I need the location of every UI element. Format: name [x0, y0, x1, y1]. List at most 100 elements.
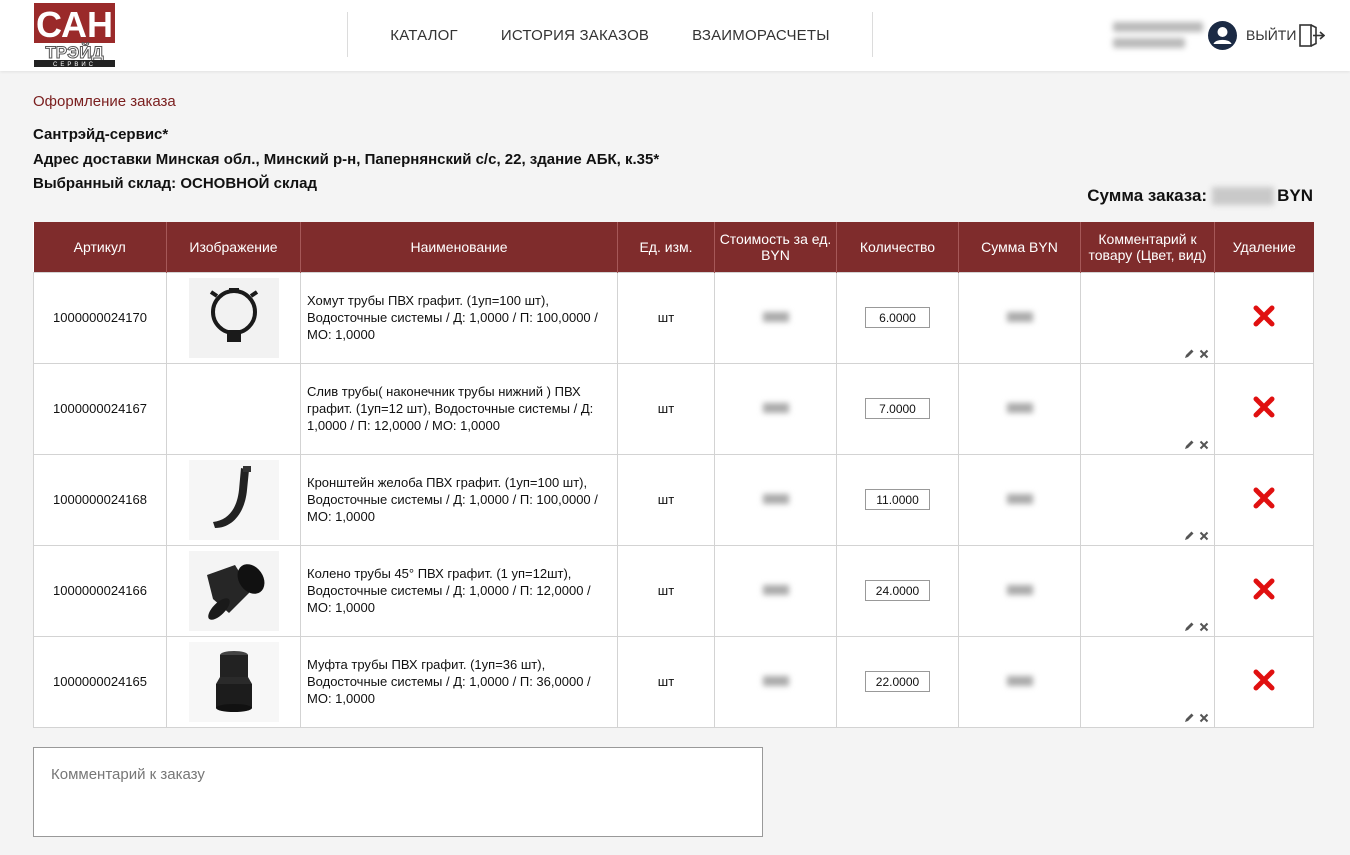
comment-cell[interactable]	[1080, 362, 1215, 455]
red-x-icon[interactable]	[1253, 396, 1275, 418]
table-header-row: Артикул Изображение Наименование Ед. изм…	[33, 222, 1314, 272]
col-unit-price: Стоимость за ед. BYN	[714, 222, 837, 272]
comment-cell[interactable]	[1080, 635, 1215, 728]
order-items-table: Артикул Изображение Наименование Ед. изм…	[33, 222, 1314, 728]
product-name-cell: Слив трубы( наконечник трубы нижний ) ПВ…	[300, 362, 618, 455]
small-x-icon[interactable]	[1198, 439, 1210, 451]
sum-cell	[958, 635, 1081, 728]
image-cell	[166, 544, 301, 637]
santrade-logo[interactable]: САН ТРЭЙД СЕРВИС	[34, 3, 115, 67]
product-name-cell: Хомут трубы ПВХ графит. (1уп=100 шт), Во…	[300, 271, 618, 364]
unit-cell: шт	[617, 362, 715, 455]
order-total-label: Сумма заказа:	[1087, 186, 1208, 205]
svg-text:ТРЭЙД: ТРЭЙД	[45, 43, 103, 62]
col-quantity: Количество	[836, 222, 959, 272]
coupling-product-image[interactable]	[188, 641, 279, 722]
sum-redacted	[1006, 312, 1033, 322]
nav-divider-right	[872, 12, 873, 57]
unit-cell: шт	[617, 544, 715, 637]
unit-price-redacted	[762, 403, 789, 413]
quantity-cell	[836, 635, 959, 728]
delete-cell	[1214, 362, 1314, 455]
quantity-cell	[836, 544, 959, 637]
unit-price-cell	[714, 362, 837, 455]
user-name-redacted	[1113, 22, 1203, 52]
delete-cell	[1214, 453, 1314, 546]
small-x-icon[interactable]	[1198, 712, 1210, 724]
user-avatar-icon[interactable]	[1208, 21, 1237, 50]
pencil-icon[interactable]	[1183, 439, 1195, 451]
comment-cell[interactable]	[1080, 271, 1215, 364]
col-comment: Комментарий к товару (Цвет, вид)	[1080, 222, 1215, 272]
logout-link[interactable]: ВЫЙТИ	[1246, 27, 1296, 43]
red-x-icon[interactable]	[1253, 487, 1275, 509]
quantity-input[interactable]	[865, 671, 930, 692]
article-cell: 1000000024168	[33, 453, 167, 546]
order-total: Сумма заказа: BYN	[1087, 186, 1313, 206]
pencil-icon[interactable]	[1183, 712, 1195, 724]
main-nav: КАТАЛОГ ИСТОРИЯ ЗАКАЗОВ ВЗАИМОРАСЧЕТЫ	[348, 0, 872, 71]
red-x-icon[interactable]	[1253, 305, 1275, 327]
article-cell: 1000000024165	[33, 635, 167, 728]
order-comment-textarea[interactable]	[33, 747, 763, 837]
article-cell: 1000000024166	[33, 544, 167, 637]
order-total-currency: BYN	[1277, 186, 1313, 205]
bracket-product-image[interactable]	[188, 459, 279, 540]
nav-catalog[interactable]: КАТАЛОГ	[390, 27, 458, 44]
col-name: Наименование	[300, 222, 618, 272]
pencil-icon[interactable]	[1183, 348, 1195, 360]
sum-redacted	[1006, 585, 1033, 595]
sum-redacted	[1006, 403, 1033, 413]
selected-warehouse: Выбранный склад: ОСНОВНОЙ склад	[33, 175, 318, 192]
small-x-icon[interactable]	[1198, 530, 1210, 542]
table-row: 1000000024167 Слив трубы( наконечник тру…	[33, 362, 1314, 455]
order-total-value-redacted	[1212, 187, 1275, 205]
col-delete: Удаление	[1214, 222, 1314, 272]
small-x-icon[interactable]	[1198, 621, 1210, 633]
clamp-product-image[interactable]	[188, 277, 279, 358]
quantity-input[interactable]	[865, 307, 930, 328]
small-x-icon[interactable]	[1198, 348, 1210, 360]
sum-cell	[958, 544, 1081, 637]
quantity-input[interactable]	[865, 398, 930, 419]
comment-cell[interactable]	[1080, 544, 1215, 637]
col-sum: Сумма BYN	[958, 222, 1081, 272]
unit-price-redacted	[762, 676, 789, 686]
nav-order-history[interactable]: ИСТОРИЯ ЗАКАЗОВ	[501, 27, 649, 44]
unit-cell: шт	[617, 271, 715, 364]
article-cell: 1000000024167	[33, 362, 167, 455]
elbow-product-image[interactable]	[188, 550, 279, 631]
unit-price-redacted	[762, 494, 789, 504]
pencil-icon[interactable]	[1183, 530, 1195, 542]
unit-cell: шт	[617, 453, 715, 546]
nav-settlements[interactable]: ВЗАИМОРАСЧЕТЫ	[692, 27, 830, 44]
red-x-icon[interactable]	[1253, 578, 1275, 600]
unit-price-redacted	[762, 312, 789, 322]
quantity-input[interactable]	[865, 580, 930, 601]
delete-cell	[1214, 271, 1314, 364]
unit-price-cell	[714, 453, 837, 546]
top-header: САН ТРЭЙД СЕРВИС КАТАЛОГ ИСТОРИЯ ЗАКАЗОВ…	[0, 0, 1350, 71]
delivery-address: Адрес доставки Минская обл., Минский р-н…	[33, 151, 660, 168]
quantity-input[interactable]	[865, 489, 930, 510]
product-name-cell: Кронштейн желоба ПВХ графит. (1уп=100 шт…	[300, 453, 618, 546]
col-unit: Ед. изм.	[617, 222, 715, 272]
col-article: Артикул	[33, 222, 167, 272]
unit-price-cell	[714, 544, 837, 637]
table-row: 1000000024168 Кронштейн желоба ПВХ графи…	[33, 453, 1314, 546]
quantity-cell	[836, 453, 959, 546]
unit-price-cell	[714, 271, 837, 364]
comment-cell[interactable]	[1080, 453, 1215, 546]
pencil-icon[interactable]	[1183, 621, 1195, 633]
logout-door-icon[interactable]	[1299, 24, 1325, 47]
unit-price-cell	[714, 635, 837, 728]
page-title: Оформление заказа	[33, 93, 176, 110]
image-cell	[166, 453, 301, 546]
red-x-icon[interactable]	[1253, 669, 1275, 691]
sum-redacted	[1006, 494, 1033, 504]
svg-text:САН: САН	[36, 4, 113, 45]
table-row: 1000000024165 Муфта трубы ПВХ графит. (1…	[33, 635, 1314, 728]
table-row: 1000000024166 Колено трубы 45° ПВХ графи…	[33, 544, 1314, 637]
sum-cell	[958, 453, 1081, 546]
company-name: Сантрэйд-сервис*	[33, 126, 169, 143]
